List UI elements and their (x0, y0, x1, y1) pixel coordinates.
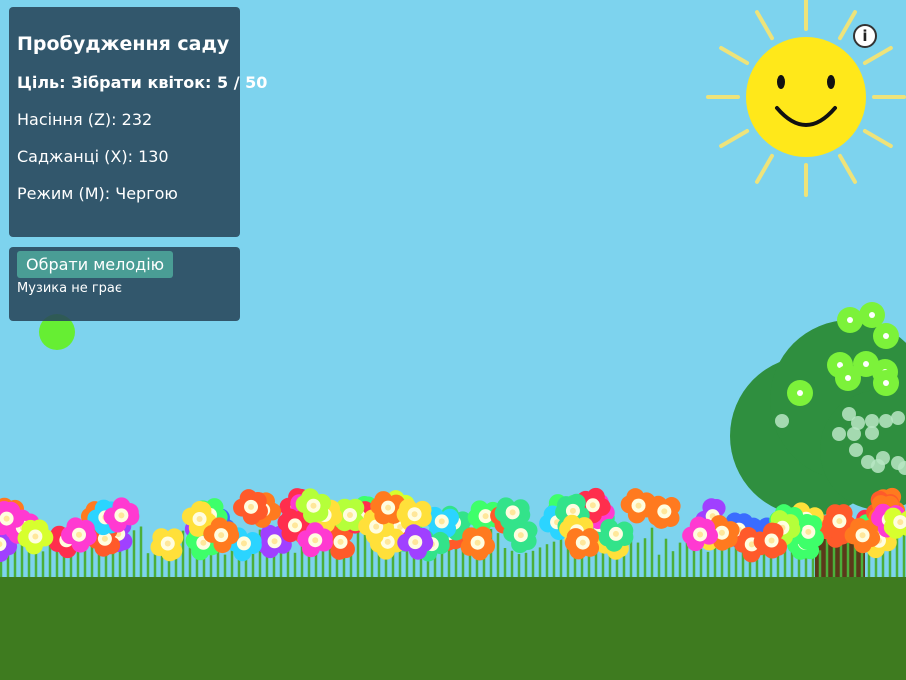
sun-right-eye (827, 75, 835, 89)
mode-indicator: Режим (M): Чергою (17, 184, 178, 203)
game-title: Пробудження саду (17, 33, 230, 55)
tree-blossom[interactable] (873, 370, 899, 396)
tree-blossom-bud (891, 411, 905, 425)
tree-blossom[interactable] (835, 365, 861, 391)
choose-melody-button[interactable]: Обрати мелодію (17, 251, 174, 278)
tree-blossom[interactable] (873, 323, 899, 349)
tree-blossom[interactable] (837, 307, 863, 333)
tree-blossom-bud (865, 426, 879, 440)
tree-blossom[interactable] (787, 380, 813, 406)
sun-icon (746, 37, 866, 157)
tree-blossom-bud (847, 427, 861, 441)
music-status: Музика не грає (17, 281, 123, 296)
ground (0, 577, 906, 680)
tree-blossom-bud (849, 443, 863, 457)
tree-blossom-bud (832, 427, 846, 441)
tree-blossom-bud (865, 414, 879, 428)
seeds-counter: Насіння (Z): 232 (17, 110, 153, 129)
goal-counter: Ціль: Зібрати квіток: 5 / 50 (17, 73, 268, 92)
tree-blossom-bud (876, 451, 890, 465)
flower[interactable] (648, 495, 681, 529)
tree-blossom-bud (879, 414, 893, 428)
seedlings-counter: Саджанці (X): 130 (17, 147, 169, 166)
tree-blossom-bud (775, 414, 789, 428)
music-panel: Обрати мелодію Музика не грає (9, 247, 240, 321)
status-panel: Пробудження саду Ціль: Зібрати квіток: 5… (9, 7, 268, 237)
sun-left-eye (777, 75, 785, 89)
info-icon[interactable]: i (853, 24, 877, 48)
